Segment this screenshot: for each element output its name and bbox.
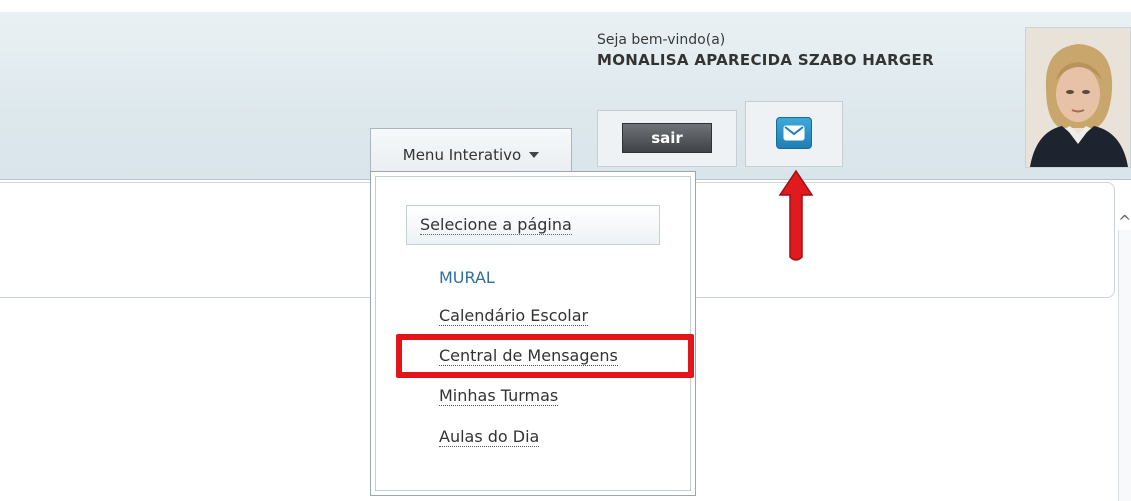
- menu-item-mural[interactable]: MURAL: [439, 268, 495, 287]
- menu-item-label: Calendário Escolar: [439, 306, 589, 326]
- menu-item-label: Aulas do Dia: [439, 427, 540, 447]
- menu-item-minhas-turmas[interactable]: Minhas Turmas: [439, 386, 559, 406]
- highlight-box: [396, 334, 694, 378]
- page-select-label: Selecione a página: [420, 215, 572, 235]
- page-select[interactable]: Selecione a página: [406, 205, 660, 245]
- scrollbar[interactable]: [1118, 230, 1131, 501]
- chevron-up-icon[interactable]: ^: [1118, 212, 1131, 231]
- logout-button[interactable]: sair: [622, 123, 712, 153]
- menu-interativo-button[interactable]: Menu Interativo: [370, 128, 572, 172]
- welcome-text: Seja bem-vindo(a): [597, 32, 726, 48]
- messages-button[interactable]: [745, 101, 843, 167]
- user-name: MONALISA APARECIDA SZABO HARGER: [597, 51, 934, 69]
- menu-label: Menu Interativo: [402, 145, 522, 164]
- chevron-down-icon: [529, 151, 540, 158]
- red-arrow-annotation: [776, 165, 816, 265]
- envelope-icon[interactable]: [776, 117, 812, 149]
- avatar: [1025, 27, 1131, 168]
- menu-item-aulas-dia[interactable]: Aulas do Dia: [439, 427, 540, 447]
- menu-item-label: MURAL: [439, 268, 495, 287]
- menu-item-calendario[interactable]: Calendário Escolar: [439, 306, 589, 326]
- menu-item-label: Minhas Turmas: [439, 386, 559, 406]
- logout-button-frame: sair: [597, 110, 737, 167]
